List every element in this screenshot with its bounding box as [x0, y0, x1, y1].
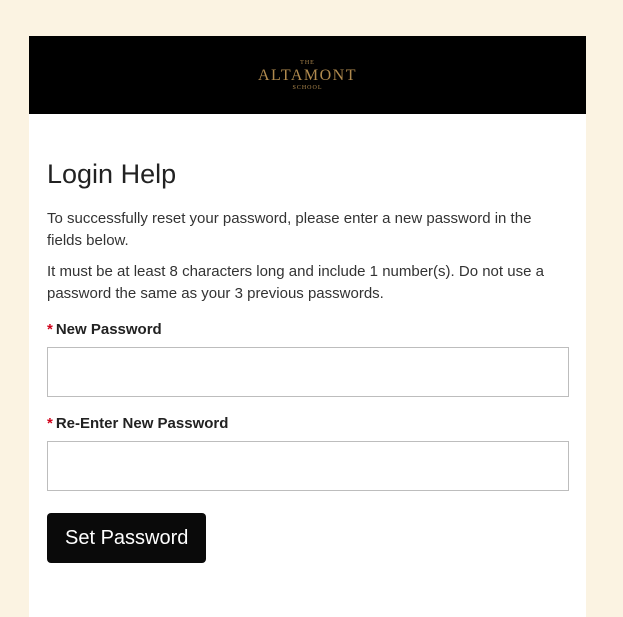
- password-rules-text: It must be at least 8 characters long an…: [47, 263, 544, 302]
- form-body: Login Help To successfully reset your pa…: [29, 114, 586, 563]
- intro-text: To successfully reset your password, ple…: [47, 210, 532, 249]
- site-header: THE ALTAMONT SCHOOL: [29, 36, 586, 114]
- logo-school-text: SCHOOL: [292, 84, 323, 91]
- reenter-password-label: * Re-Enter New Password: [47, 415, 569, 433]
- new-password-input[interactable]: [47, 347, 569, 397]
- altamont-school-logo[interactable]: THE ALTAMONT SCHOOL: [258, 60, 357, 91]
- new-password-label: * New Password: [47, 321, 569, 339]
- required-asterisk: *: [47, 415, 53, 432]
- page-title: Login Help: [47, 159, 177, 189]
- reenter-password-input[interactable]: [47, 441, 569, 491]
- login-help-card: THE ALTAMONT SCHOOL Login Help To succes…: [29, 36, 586, 617]
- logo-the-text: THE: [300, 59, 315, 66]
- new-password-label-text: New Password: [55, 321, 162, 338]
- reenter-password-label-text: Re-Enter New Password: [55, 415, 229, 432]
- set-password-button[interactable]: Set Password: [47, 513, 207, 563]
- logo-name-text: ALTAMONT: [257, 66, 357, 84]
- required-asterisk: *: [47, 321, 53, 338]
